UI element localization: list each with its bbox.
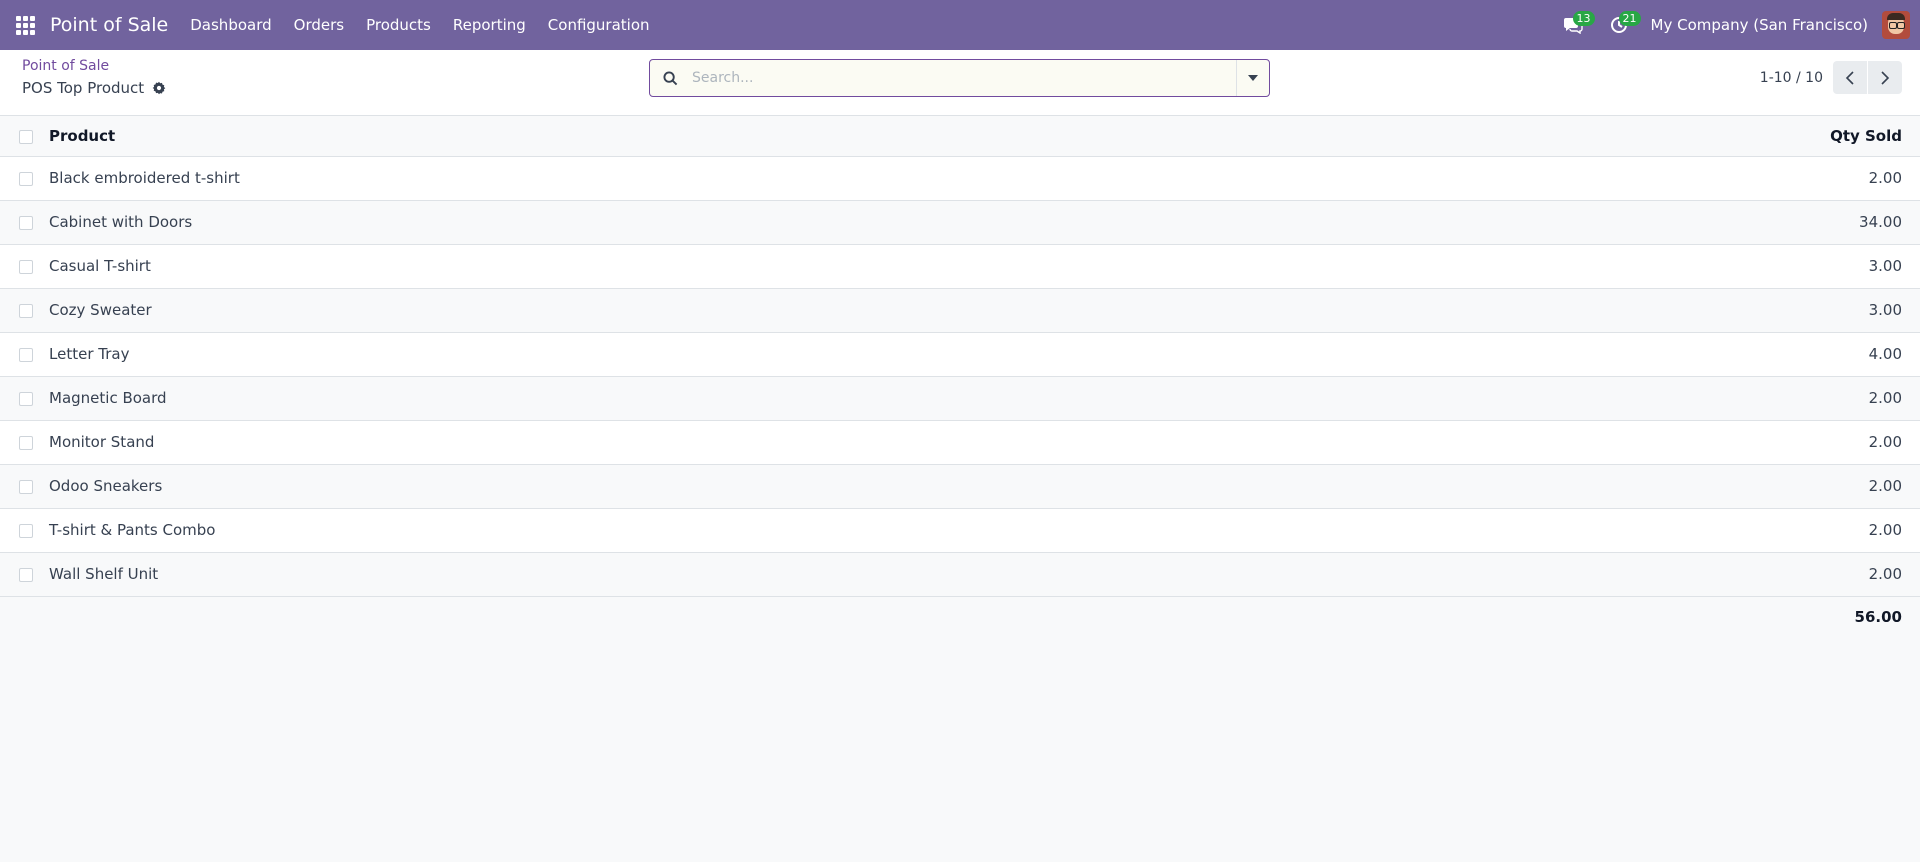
row-checkbox[interactable] [19,436,33,450]
table-row[interactable]: Cozy Sweater 3.00 [0,289,1920,333]
table-row[interactable]: Magnetic Board 2.00 [0,377,1920,421]
row-checkbox[interactable] [19,480,33,494]
chevron-left-icon [1845,70,1854,85]
app-grid-icon[interactable] [0,0,50,50]
menu-configuration[interactable]: Configuration [548,16,650,34]
table-row[interactable]: Black embroidered t-shirt 2.00 [0,157,1920,201]
breadcrumb-parent-link[interactable]: Point of Sale [22,58,109,74]
row-checkbox[interactable] [19,260,33,274]
messages-count-badge: 13 [1572,11,1595,26]
page-title: POS Top Product [22,79,145,97]
qty-sold: 3.00 [1868,301,1902,319]
search-bar [649,59,1270,97]
table-row[interactable]: T-shirt & Pants Combo 2.00 [0,509,1920,553]
product-name: Monitor Stand [49,433,155,451]
caret-down-icon [1248,75,1258,81]
menu-dashboard[interactable]: Dashboard [190,16,271,34]
product-name: Odoo Sneakers [49,477,163,495]
column-header-qty-sold[interactable]: Qty Sold [1830,127,1902,145]
qty-sold: 2.00 [1868,477,1902,495]
pager-value[interactable]: 1-10 / 10 [1760,70,1823,86]
table-row[interactable]: Wall Shelf Unit 2.00 [0,553,1920,597]
activities-count-badge: 21 [1618,11,1641,26]
user-avatar[interactable] [1882,11,1910,39]
search-icon [650,70,690,86]
table-row[interactable]: Cabinet with Doors 34.00 [0,201,1920,245]
row-checkbox[interactable] [19,348,33,362]
pager: 1-10 / 10 [1760,60,1902,95]
row-checkbox[interactable] [19,172,33,186]
qty-sold: 2.00 [1868,169,1902,187]
row-checkbox[interactable] [19,304,33,318]
row-checkbox[interactable] [19,524,33,538]
search-options-toggle[interactable] [1236,60,1269,96]
menu-products[interactable]: Products [366,16,431,34]
search-input[interactable] [690,60,1236,96]
product-name: Cabinet with Doors [49,213,193,231]
activities-button[interactable]: 21 [1605,0,1641,50]
product-name: T-shirt & Pants Combo [49,521,216,539]
qty-sold: 34.00 [1859,213,1902,231]
menu-reporting[interactable]: Reporting [453,16,526,34]
qty-sold: 2.00 [1868,433,1902,451]
table-row[interactable]: Odoo Sneakers 2.00 [0,465,1920,509]
pager-previous-button[interactable] [1833,61,1867,94]
table-row[interactable]: Letter Tray 4.00 [0,333,1920,377]
qty-sold: 2.00 [1868,521,1902,539]
qty-sold: 2.00 [1868,565,1902,583]
gear-icon[interactable] [152,81,166,95]
product-name: Casual T-shirt [49,257,151,275]
product-name: Magnetic Board [49,389,167,407]
product-name: Letter Tray [49,345,130,363]
menu-orders[interactable]: Orders [294,16,344,34]
table-row[interactable]: Casual T-shirt 3.00 [0,245,1920,289]
product-name: Black embroidered t-shirt [49,169,240,187]
qty-sold-total: 56.00 [1854,608,1902,626]
product-name: Cozy Sweater [49,301,152,319]
top-navbar: Point of Sale Dashboard Orders Products … [0,0,1920,50]
messages-button[interactable]: 13 [1559,0,1595,50]
table-header: Product Qty Sold [0,116,1920,157]
product-name: Wall Shelf Unit [49,565,159,583]
row-checkbox[interactable] [19,392,33,406]
table-row[interactable]: Monitor Stand 2.00 [0,421,1920,465]
chevron-right-icon [1881,70,1890,85]
row-checkbox[interactable] [19,568,33,582]
qty-sold: 2.00 [1868,389,1902,407]
pager-next-button[interactable] [1868,61,1902,94]
column-header-product[interactable]: Product [49,127,115,145]
select-all-checkbox[interactable] [19,130,33,144]
company-switcher[interactable]: My Company (San Francisco) [1651,16,1868,34]
breadcrumb-current: POS Top Product [22,79,166,97]
qty-sold: 3.00 [1868,257,1902,275]
app-brand[interactable]: Point of Sale [50,14,168,36]
row-checkbox[interactable] [19,216,33,230]
qty-sold: 4.00 [1868,345,1902,363]
control-panel: Point of Sale POS Top Product 1-10 / 10 [0,50,1920,116]
